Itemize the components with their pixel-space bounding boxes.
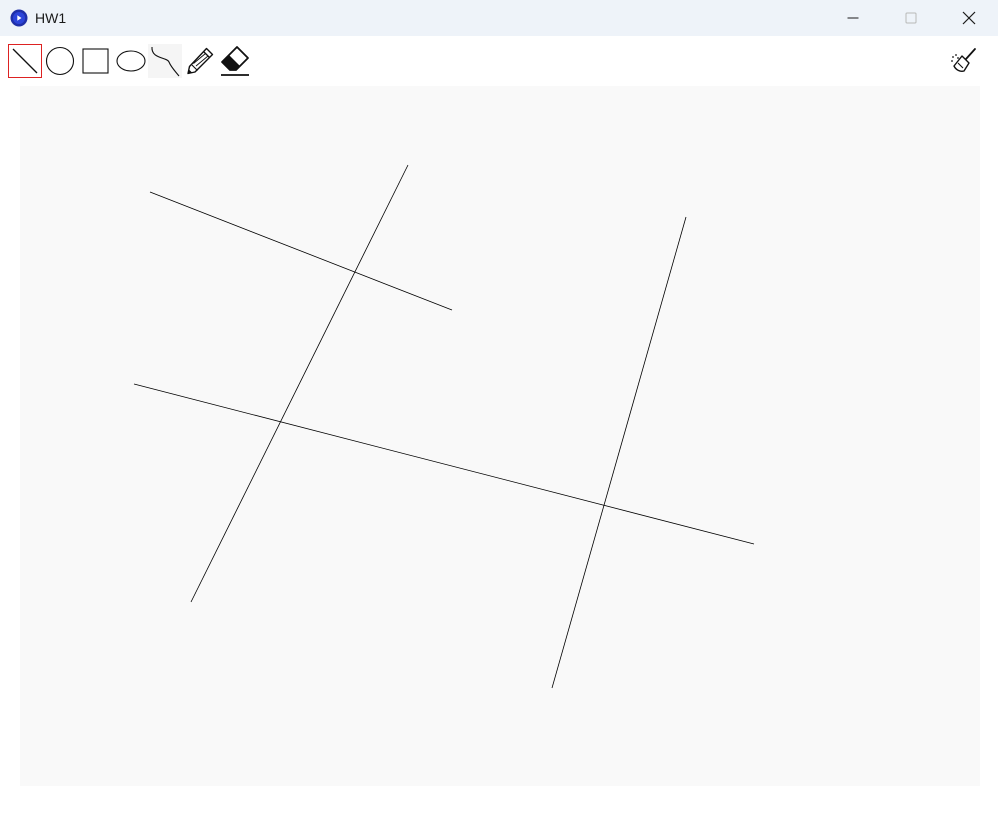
ellipse-tool-button[interactable] xyxy=(113,44,147,78)
clear-canvas-button[interactable] xyxy=(947,44,981,78)
maximize-button[interactable] xyxy=(882,0,940,36)
circle-tool-button[interactable] xyxy=(43,44,77,78)
pencil-icon xyxy=(187,47,214,75)
drawn-line xyxy=(133,383,755,545)
line-icon xyxy=(12,48,38,74)
canvas-drawing xyxy=(133,164,755,689)
drawing-canvas[interactable] xyxy=(20,86,980,786)
curve-icon xyxy=(151,46,180,77)
app-icon xyxy=(10,9,28,27)
drawn-line xyxy=(551,216,687,689)
eraser-icon xyxy=(221,46,249,76)
curve-tool-button[interactable] xyxy=(148,44,182,78)
rectangle-icon xyxy=(82,48,109,74)
drawn-line xyxy=(190,164,409,603)
window-title: HW1 xyxy=(35,10,67,26)
title-bar: HW1 xyxy=(0,0,998,36)
circle-icon xyxy=(45,46,75,76)
maximize-icon xyxy=(905,12,917,24)
ellipse-icon xyxy=(116,50,146,72)
pencil-tool-button[interactable] xyxy=(183,44,217,78)
broom-icon xyxy=(951,48,976,72)
eraser-tool-button[interactable] xyxy=(217,44,251,78)
rectangle-tool-button[interactable] xyxy=(78,44,112,78)
minimize-button[interactable] xyxy=(824,0,882,36)
line-tool-button[interactable] xyxy=(8,44,42,78)
close-button[interactable] xyxy=(940,0,998,36)
close-icon xyxy=(962,11,976,25)
minimize-icon xyxy=(847,17,859,19)
drawn-line xyxy=(149,191,453,311)
toolbar xyxy=(0,36,998,86)
